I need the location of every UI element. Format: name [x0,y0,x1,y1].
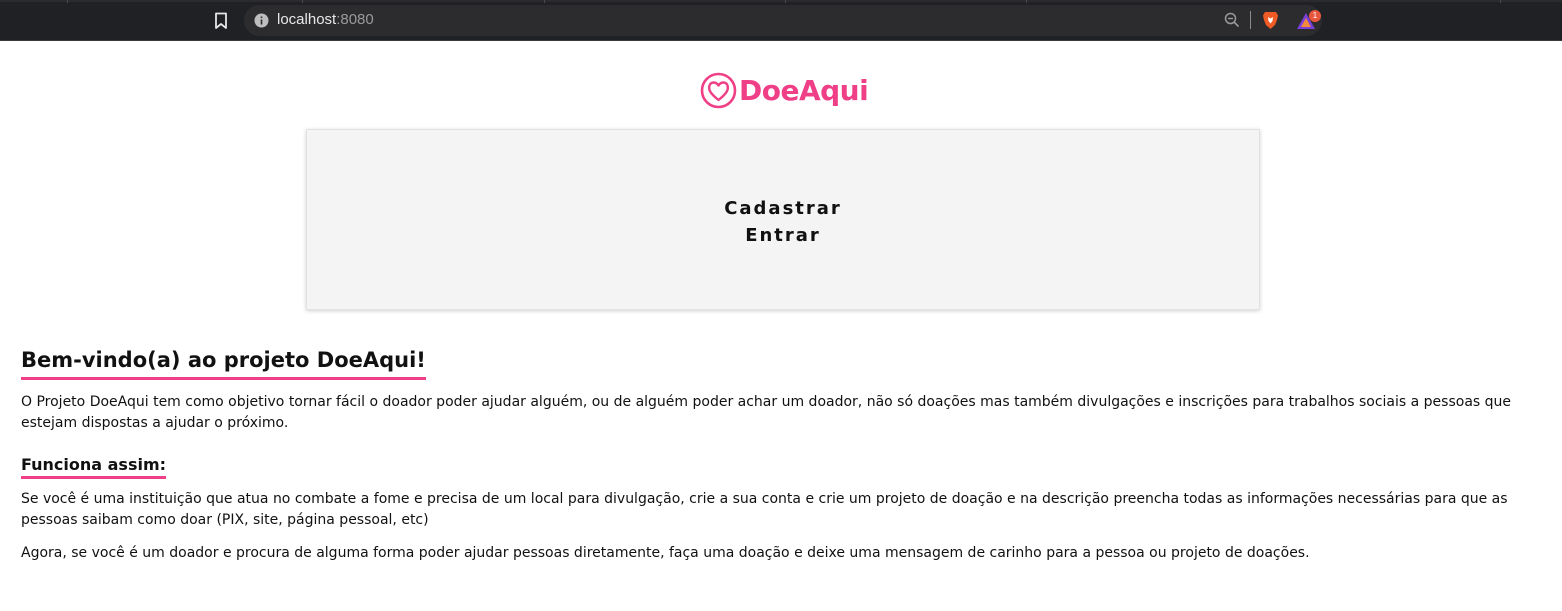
donor-paragraph: Agora, se você é um doador e procura de … [21,545,1310,561]
zoom-out-icon[interactable] [1224,12,1240,28]
tab-divider [1500,0,1501,3]
browser-toolbar: localhost:8080 1 [0,0,1562,41]
tab-divider [67,0,68,3]
login-link[interactable]: Entrar [307,222,1259,249]
logo-text: DoeAqui [739,73,869,107]
main-content: Bem-vindo(a) ao projeto DoeAqui! O Proje… [21,345,1551,564]
url-port: :8080 [336,11,374,28]
site-logo[interactable]: DoeAqui [700,70,869,110]
page-title: Bem-vindo(a) ao projeto DoeAqui! [21,345,426,380]
tab-divider [302,0,303,3]
brave-shields-icon[interactable] [1262,11,1279,30]
site-info-icon[interactable] [254,13,269,28]
address-bar-divider [1250,11,1251,29]
tab-divider [785,0,786,3]
rewards-badge: 1 [1309,10,1321,22]
heart-circle-icon [700,72,737,108]
auth-menu-card: Cadastrar Entrar [306,129,1260,310]
tab-divider [1026,0,1027,3]
intro-paragraph: O Projeto DoeAqui tem como objetivo torn… [21,394,1512,431]
url-text[interactable]: localhost:8080 [277,11,374,28]
institution-paragraph: Se você é uma instituição que atua no co… [21,491,1508,528]
tab-divider [544,0,545,3]
url-host: localhost [277,11,337,28]
register-link[interactable]: Cadastrar [307,195,1259,222]
how-it-works-heading: Funciona assim: [21,454,167,479]
tab-strip [0,0,1562,2]
auth-menu: Cadastrar Entrar [307,195,1259,249]
address-bar[interactable] [244,5,1322,36]
bookmark-icon[interactable] [214,12,228,30]
